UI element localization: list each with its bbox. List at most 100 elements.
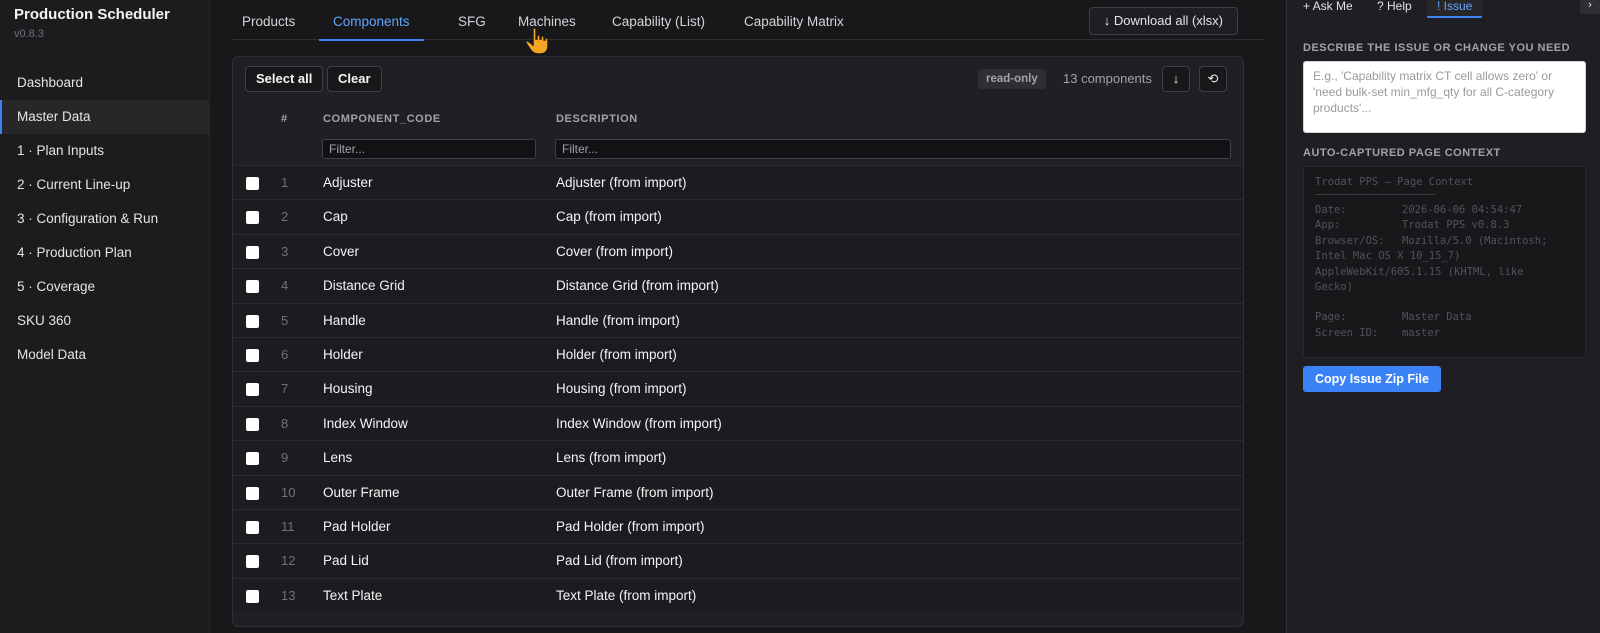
table-row[interactable]: 11 Pad Holder Pad Holder (from import) <box>233 508 1243 544</box>
row-checkbox[interactable] <box>246 177 259 190</box>
description-cell: Index Window (from import) <box>556 415 722 431</box>
row-checkbox[interactable] <box>246 211 259 225</box>
sidebar-item-master-data[interactable]: Master Data <box>0 100 210 134</box>
row-number: 4 <box>281 278 289 294</box>
copy-issue-zip-button[interactable]: Copy Issue Zip File <box>1303 366 1441 392</box>
row-checkbox[interactable] <box>246 348 259 362</box>
hand-cursor-icon <box>525 27 549 55</box>
row-number: 3 <box>281 243 289 259</box>
sidebar: Production Scheduler v0.8.3 Dashboard Ma… <box>0 0 210 633</box>
description-cell: Pad Lid (from import) <box>556 553 683 569</box>
table-row[interactable]: 5 Handle Handle (from import) <box>233 302 1243 337</box>
description-cell: Pad Holder (from import) <box>556 518 705 534</box>
sidebar-item-current-lineup[interactable]: 2 · Current Line-up <box>0 168 210 202</box>
tab-components[interactable]: Components <box>319 0 424 41</box>
tab-sfg[interactable]: SFG <box>458 0 486 40</box>
sidebar-item-dashboard[interactable]: Dashboard <box>0 66 210 100</box>
component-code-cell: Pad Lid <box>323 553 369 569</box>
row-number: 11 <box>281 518 295 534</box>
issue-description-input[interactable] <box>1303 61 1586 133</box>
component-count: 13 components <box>1063 71 1152 86</box>
table-row[interactable]: 12 Pad Lid Pad Lid (from import) <box>233 543 1243 578</box>
table-row[interactable]: 4 Distance Grid Distance Grid (from import… <box>233 268 1243 303</box>
components-table-panel: Select all Clear read-only 13 components… <box>232 56 1244 627</box>
assistant-panel: + Ask Me ? Help ! Issue › DESCRIBE THE I… <box>1286 0 1600 633</box>
row-number: 1 <box>281 175 289 190</box>
row-checkbox[interactable] <box>246 486 259 500</box>
row-number: 7 <box>281 381 289 397</box>
description-cell: Text Plate (from import) <box>556 587 697 603</box>
sidebar-item-model-data[interactable]: Model Data <box>0 338 210 372</box>
context-line: Intel Mac OS X 10_15_7) <box>1315 250 1461 263</box>
row-number: 6 <box>281 346 289 362</box>
table-row[interactable]: 7 Housing Housing (from import) <box>233 371 1243 406</box>
download-icon[interactable]: ↓ <box>1162 66 1190 92</box>
component-code-cell: Distance Grid <box>323 278 405 294</box>
sidebar-item-configuration-run[interactable]: 3 · Configuration & Run <box>0 202 210 236</box>
component-code-cell: Cover <box>323 243 360 259</box>
tab-capability-list[interactable]: Capability (List) <box>612 0 705 40</box>
sidebar-nav: Dashboard Master Data 1 · Plan Inputs 2 … <box>0 66 210 372</box>
component-code-filter-input[interactable] <box>322 139 536 159</box>
context-line: Screen ID: master <box>1315 326 1440 339</box>
table-row[interactable]: 6 Holder Holder (from import) <box>233 336 1243 372</box>
table-row[interactable]: 13 Text Plate Text Plate (from import) <box>233 577 1243 613</box>
tab-capability-matrix[interactable]: Capability Matrix <box>744 0 844 40</box>
clear-button[interactable]: Clear <box>327 66 382 92</box>
description-cell: Adjuster (from import) <box>556 175 687 190</box>
row-checkbox[interactable] <box>246 589 259 603</box>
table-row[interactable]: 3 Cover Cover (from import) <box>233 233 1243 269</box>
table-row[interactable]: 8 Index Window Index Window (from import) <box>233 405 1243 441</box>
row-number: 8 <box>281 415 289 431</box>
app-title: Production Scheduler <box>14 6 170 23</box>
sidebar-item-plan-inputs[interactable]: 1 · Plan Inputs <box>0 134 210 168</box>
table-row[interactable]: 1 Adjuster Adjuster (from import) <box>233 165 1243 200</box>
row-checkbox[interactable] <box>246 280 259 294</box>
row-checkbox[interactable] <box>246 520 259 534</box>
header-component-code[interactable]: COMPONENT_CODE <box>323 101 441 137</box>
chevron-right-icon[interactable]: › <box>1580 0 1600 14</box>
table-toolbar: Select all Clear read-only 13 components… <box>233 57 1243 101</box>
row-checkbox[interactable] <box>246 314 259 328</box>
filter-row <box>233 137 1243 165</box>
tab-issue[interactable]: ! Issue <box>1427 0 1483 18</box>
description-filter-input[interactable] <box>555 139 1231 159</box>
sidebar-item-sku-360[interactable]: SKU 360 <box>0 304 210 338</box>
context-line: Page: Master Data <box>1315 311 1472 324</box>
page-context-box: Trodat PPS — Page Context Date: 2026-06-0… <box>1303 166 1586 358</box>
description-cell: Distance Grid (from import) <box>556 278 719 294</box>
description-cell: Housing (from import) <box>556 381 687 397</box>
context-divider <box>1315 194 1435 195</box>
select-all-button[interactable]: Select all <box>245 66 324 92</box>
refresh-icon[interactable]: ⟲ <box>1199 66 1227 92</box>
table-body: 1 Adjuster Adjuster (from import) 2 Cap Cap … <box>233 165 1243 613</box>
component-code-cell: Index Window <box>323 415 408 431</box>
row-checkbox[interactable] <box>246 452 259 466</box>
header-description[interactable]: DESCRIPTION <box>556 101 638 137</box>
sidebar-item-coverage[interactable]: 5 · Coverage <box>0 270 210 304</box>
context-line: AppleWebKit/605.1.15 (KHTML, like <box>1315 265 1524 278</box>
table-row[interactable]: 2 Cap Cap (from import) <box>233 199 1243 234</box>
row-checkbox[interactable] <box>246 383 259 397</box>
row-checkbox[interactable] <box>246 417 259 431</box>
table-row[interactable]: 9 Lens Lens (from import) <box>233 440 1243 475</box>
tab-products[interactable]: Products <box>242 0 295 40</box>
main-content: Products Components SFG Machines Capabil… <box>210 0 1286 633</box>
description-cell: Cover (from import) <box>556 243 674 259</box>
tab-help[interactable]: ? Help <box>1377 0 1412 18</box>
header-num: # <box>281 113 288 125</box>
table-row[interactable]: 10 Outer Frame Outer Frame (from import) <box>233 474 1243 509</box>
sidebar-item-production-plan[interactable]: 4 · Production Plan <box>0 236 210 270</box>
context-line: Date: 2026-06-06 04:54:47 <box>1315 204 1523 216</box>
download-all-button[interactable]: ↓ Download all (xlsx) <box>1088 7 1238 35</box>
tab-ask-me[interactable]: + Ask Me <box>1303 0 1353 18</box>
row-number: 13 <box>281 587 296 603</box>
component-code-cell: Lens <box>323 450 353 466</box>
row-number: 2 <box>281 209 289 225</box>
component-code-cell: Pad Holder <box>323 518 391 534</box>
context-line: App: Trodat PPS v0.8.3 <box>1315 219 1510 232</box>
row-checkbox[interactable] <box>246 555 259 569</box>
component-code-cell: Outer Frame <box>323 484 400 500</box>
row-number: 12 <box>281 553 296 569</box>
row-checkbox[interactable] <box>246 245 259 259</box>
